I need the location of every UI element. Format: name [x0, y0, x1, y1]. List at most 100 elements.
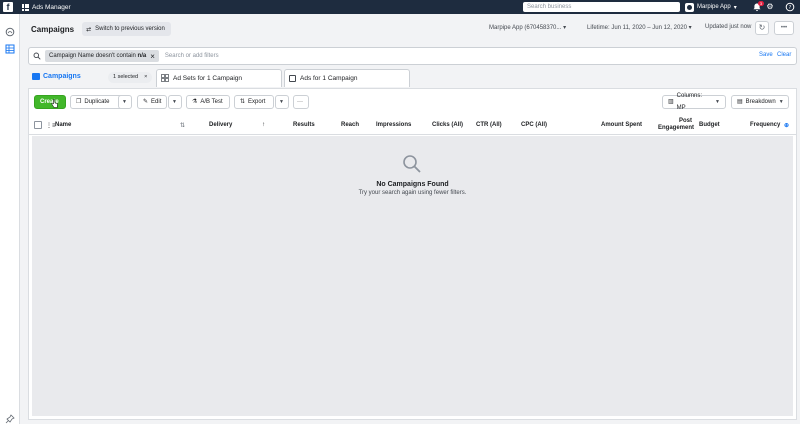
- create-button[interactable]: Create: [34, 95, 66, 109]
- ab-test-button[interactable]: ⚗ A/B Test: [186, 95, 230, 109]
- sort-icon[interactable]: ⇅: [180, 122, 185, 129]
- facebook-logo-icon[interactable]: f: [3, 2, 13, 12]
- level-tabs: Campaigns 1 selected × Ad Sets for 1 Cam…: [28, 68, 797, 88]
- account-switcher[interactable]: Marpipe App ▾: [685, 1, 737, 13]
- campaigns-panel: Create ❐ Duplicate ▼ ✎ Edit ▼ ⚗ A/B Test…: [28, 88, 797, 420]
- ad-account-select[interactable]: Marpipe App (670458370... ▾: [489, 24, 566, 31]
- table-header: ⋮≡ Name ⇅ Delivery ↑ Results Reach Impre…: [29, 117, 796, 135]
- pencil-icon: ✎: [143, 99, 149, 105]
- tab-ad-sets[interactable]: Ad Sets for 1 Campaign: [156, 69, 282, 87]
- add-column-icon[interactable]: ⊕: [784, 122, 789, 129]
- caret-down-icon: ▼: [172, 99, 177, 105]
- apps-menu-icon[interactable]: [22, 3, 29, 11]
- breakdown-button[interactable]: ▤ Breakdown ▼: [731, 95, 789, 109]
- column-reach[interactable]: Reach: [341, 122, 359, 128]
- tab-campaigns[interactable]: Campaigns: [32, 73, 81, 80]
- refresh-button[interactable]: ↻: [755, 21, 769, 35]
- ad-icon: [289, 75, 296, 82]
- column-delivery[interactable]: Delivery: [209, 122, 232, 128]
- selected-count-chip[interactable]: 1 selected ×: [108, 72, 153, 83]
- column-post-engagement[interactable]: Post Engagement: [658, 118, 695, 132]
- filter-bar[interactable]: Campaign Name doesn't contain n/a × Sear…: [28, 47, 797, 65]
- caret-down-icon: ▼: [122, 99, 127, 105]
- help-icon[interactable]: ?: [785, 2, 795, 12]
- date-range-select[interactable]: Lifetime: Jun 11, 2020 – Jun 12, 2020 ▾: [587, 24, 692, 31]
- post-engagement-line-1: Post: [678, 118, 692, 124]
- refresh-icon: ↻: [758, 23, 766, 32]
- chevron-down-icon: ▾: [688, 25, 692, 31]
- caret-down-icon: ▼: [778, 99, 784, 105]
- business-search-input[interactable]: Search business: [523, 2, 680, 12]
- account-avatar: [685, 2, 694, 12]
- column-amount-spent[interactable]: Amount Spent: [601, 122, 642, 128]
- breakdown-label: Breakdown: [745, 99, 776, 105]
- tab-ads-label: Ads for 1 Campaign: [300, 75, 358, 82]
- column-cpc[interactable]: CPC (All): [521, 122, 547, 128]
- table-body: No Campaigns Found Try your search again…: [32, 136, 793, 416]
- columns-icon: ▥: [668, 99, 674, 105]
- switch-version-label: Switch to previous version: [95, 26, 165, 32]
- edit-dropdown-button[interactable]: ▼: [168, 95, 182, 109]
- more-actions-button[interactable]: ···: [293, 95, 309, 109]
- export-dropdown-button[interactable]: ▼: [275, 95, 289, 109]
- folder-icon: [32, 73, 40, 80]
- svg-text:?: ?: [789, 5, 792, 11]
- close-icon[interactable]: ×: [144, 72, 147, 83]
- duplicate-dropdown-button[interactable]: ▼: [118, 95, 132, 109]
- gear-icon[interactable]: ⚙: [765, 2, 775, 12]
- empty-state-title: No Campaigns Found: [376, 181, 449, 188]
- duplicate-icon: ❐: [76, 99, 82, 105]
- duplicate-label: Duplicate: [84, 99, 110, 105]
- column-budget[interactable]: Budget: [699, 122, 720, 128]
- sort-ascending-icon[interactable]: ↑: [262, 122, 265, 128]
- swap-icon: ⇄: [86, 26, 92, 33]
- caret-down-icon: ▼: [279, 99, 284, 105]
- date-range-label: Lifetime: Jun 11, 2020 – Jun 12, 2020: [587, 25, 687, 31]
- filter-chip-label: Campaign Name doesn't contain n/a: [49, 53, 147, 59]
- ab-test-label: A/B Test: [200, 99, 223, 105]
- column-name[interactable]: Name: [55, 122, 71, 128]
- updated-status: Updated just now: [705, 24, 752, 30]
- hand-cursor-icon: [51, 99, 58, 108]
- edit-label: Edit: [151, 99, 162, 105]
- ad-account-label: Marpipe App (670458370...: [489, 25, 562, 31]
- chevron-down-icon: ▾: [563, 25, 567, 31]
- table-toolbar: Create ❐ Duplicate ▼ ✎ Edit ▼ ⚗ A/B Test…: [29, 89, 796, 115]
- switch-version-button[interactable]: ⇄ Switch to previous version: [82, 22, 171, 36]
- pin-icon[interactable]: [5, 414, 15, 424]
- filter-chip[interactable]: Campaign Name doesn't contain n/a ×: [45, 50, 159, 62]
- column-clicks[interactable]: Clicks (All): [432, 122, 463, 128]
- export-icon: ⇅: [240, 99, 246, 105]
- caret-down-icon: ▼: [715, 99, 720, 105]
- filter-search-input[interactable]: Search or add filters: [165, 53, 219, 59]
- save-filter-link[interactable]: Save: [759, 52, 773, 58]
- ad-sets-grid-icon: [161, 73, 169, 84]
- page-title: Campaigns: [31, 24, 75, 34]
- search-icon: [33, 52, 41, 60]
- top-navigation-bar: f Ads Manager Search business Marpipe Ap…: [0, 0, 800, 14]
- column-ctr[interactable]: CTR (All): [476, 122, 502, 128]
- export-button[interactable]: ⇅ Export: [234, 95, 274, 109]
- tab-campaigns-label: Campaigns: [43, 73, 81, 80]
- more-options-button[interactable]: •••: [774, 21, 794, 35]
- app-title[interactable]: Ads Manager: [32, 4, 71, 11]
- breakdown-icon: ▤: [737, 99, 743, 105]
- columns-label: Columns: MP: [676, 93, 703, 111]
- account-overview-icon[interactable]: [5, 27, 15, 37]
- campaigns-table-icon[interactable]: [5, 44, 15, 54]
- columns-button[interactable]: ▥ Columns: MP ▼: [662, 93, 726, 111]
- left-rail: [0, 14, 20, 424]
- select-all-checkbox[interactable]: [34, 121, 42, 129]
- tab-ads[interactable]: Ads for 1 Campaign: [284, 69, 410, 87]
- account-name: Marpipe App: [697, 4, 731, 10]
- export-label: Export: [248, 99, 266, 105]
- column-impressions[interactable]: Impressions: [376, 122, 411, 128]
- column-results[interactable]: Results: [293, 122, 315, 128]
- edit-button[interactable]: ✎ Edit: [137, 95, 167, 109]
- flask-icon: ⚗: [192, 99, 198, 105]
- column-frequency[interactable]: Frequency: [750, 122, 780, 128]
- post-engagement-line-2: Engagement: [658, 125, 695, 131]
- search-icon: [402, 154, 422, 174]
- close-icon[interactable]: ×: [150, 52, 155, 61]
- clear-filter-link[interactable]: Clear: [777, 52, 791, 58]
